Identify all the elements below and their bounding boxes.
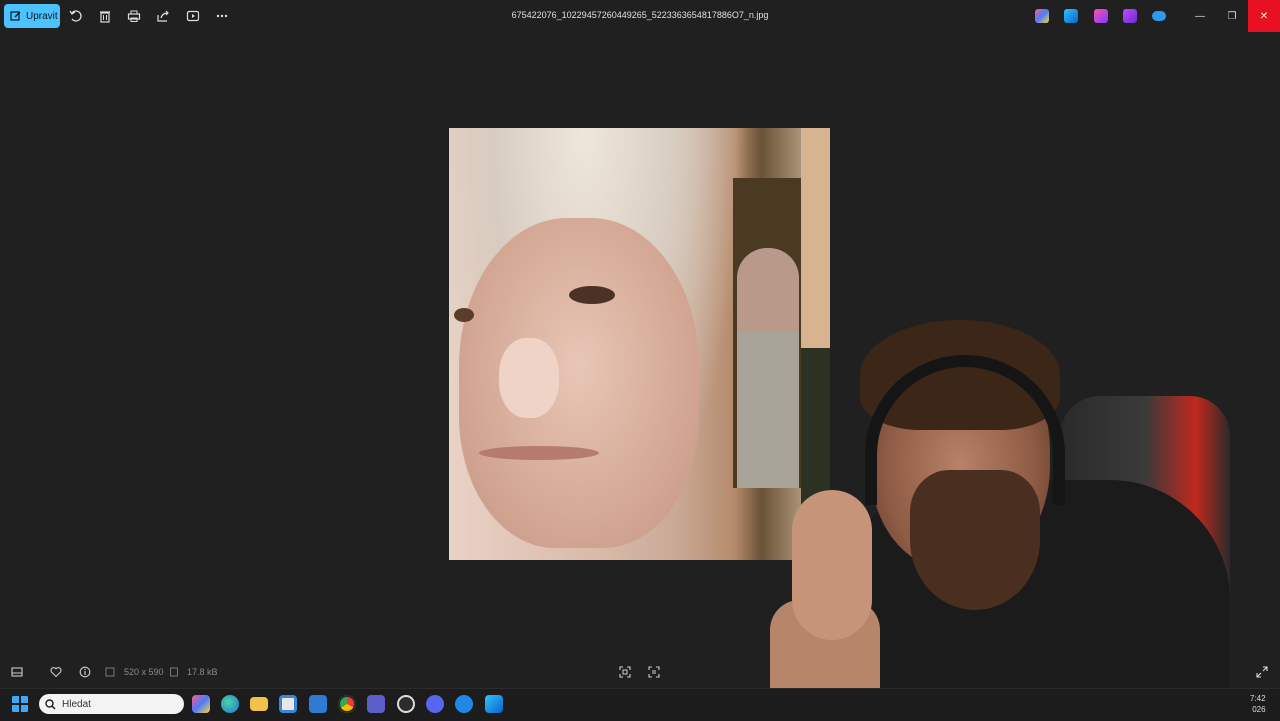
slideshow-icon[interactable]	[183, 6, 203, 26]
print-icon[interactable]	[124, 6, 144, 26]
edit-button-label: Upravit	[26, 10, 58, 22]
photo-nose	[499, 338, 559, 418]
clock-date: 026	[1252, 705, 1266, 714]
clipchamp-icon[interactable]	[1094, 9, 1108, 23]
edit-button[interactable]: Upravit	[4, 4, 60, 28]
taskbar-search[interactable]: Hledat	[39, 694, 184, 714]
streamer-hand	[792, 490, 872, 640]
fit-to-window-icon[interactable]	[617, 664, 633, 680]
file-size-icon	[168, 664, 180, 680]
file-name: 675422076_10229457260449265_522336365481…	[511, 10, 769, 20]
chrome-icon[interactable]	[338, 695, 356, 713]
close-button[interactable]: ✕	[1248, 0, 1280, 32]
share-icon[interactable]	[153, 6, 173, 26]
system-clock[interactable]: 7:42 026	[1250, 693, 1266, 715]
filmstrip-icon[interactable]	[9, 664, 25, 680]
photo-eye	[454, 308, 474, 322]
delete-icon[interactable]	[95, 6, 115, 26]
photo-mouth	[479, 446, 599, 460]
info-icon[interactable]	[77, 664, 93, 680]
copilot-icon[interactable]	[1035, 9, 1049, 23]
teams-icon[interactable]	[367, 695, 385, 713]
store-icon[interactable]	[279, 695, 297, 713]
discord-icon[interactable]	[426, 695, 444, 713]
mail-icon[interactable]	[309, 695, 327, 713]
file-explorer-icon[interactable]	[250, 697, 268, 711]
more-icon[interactable]	[212, 6, 232, 26]
photo-editor-icon[interactable]	[1064, 9, 1078, 23]
actual-size-icon[interactable]	[646, 664, 662, 680]
minimize-button[interactable]: —	[1184, 0, 1216, 32]
photo-wall	[801, 128, 830, 348]
rotate-icon[interactable]	[66, 6, 86, 26]
app-icon[interactable]	[455, 695, 473, 713]
obs-icon[interactable]	[397, 695, 415, 713]
restore-button[interactable]: ❐	[1216, 0, 1248, 32]
file-size: 17.8 kB	[187, 667, 218, 677]
edge-icon[interactable]	[221, 695, 239, 713]
photo-eye	[569, 286, 615, 304]
start-icon[interactable]	[12, 696, 28, 712]
dimensions-icon	[104, 664, 116, 680]
full-screen-icon[interactable]	[1254, 664, 1270, 680]
favorite-icon[interactable]	[48, 664, 64, 680]
clock-time: 7:42	[1250, 694, 1266, 703]
onedrive-icon[interactable]	[1152, 11, 1166, 21]
top-toolbar: Upravit 675422076_10229457260449265_5223…	[0, 0, 1280, 32]
image-dimensions: 520 x 590	[124, 667, 164, 677]
designer-icon[interactable]	[1123, 9, 1137, 23]
copilot-taskbar-icon[interactable]	[192, 695, 210, 713]
photos-icon[interactable]	[485, 695, 503, 713]
search-icon	[45, 698, 56, 710]
photo-face	[459, 218, 699, 548]
search-placeholder: Hledat	[62, 698, 91, 710]
edit-icon	[10, 11, 21, 21]
